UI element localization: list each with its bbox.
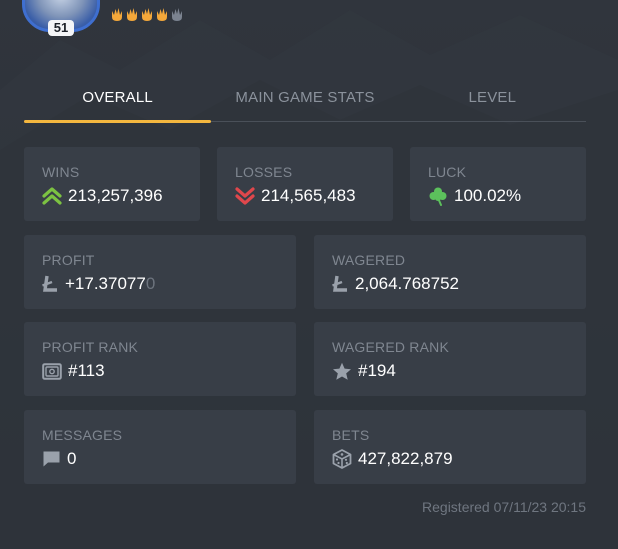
level-badge: 51 <box>48 20 74 36</box>
profit-label: PROFIT <box>42 252 95 268</box>
tab-overall[interactable]: OVERALL <box>24 80 212 123</box>
rank-star-filled-icon <box>112 8 122 21</box>
double-chevron-up-icon <box>42 187 62 205</box>
losses-label: LOSSES <box>235 164 293 180</box>
tab-main-game-stats[interactable]: MAIN GAME STATS <box>211 80 398 121</box>
tab-level[interactable]: LEVEL <box>399 80 586 121</box>
messages-label: MESSAGES <box>42 427 123 443</box>
profit-rank-label: PROFIT RANK <box>42 339 139 355</box>
luck-value: 100.02% <box>454 186 522 205</box>
bets-card: BETS 427,822,879 <box>314 410 586 484</box>
rank-star-empty-icon <box>172 8 182 21</box>
losses-value: 214,565,483 <box>261 186 356 205</box>
star-icon <box>333 362 351 380</box>
chat-bubble-icon <box>43 451 60 467</box>
litecoin-icon <box>332 275 347 292</box>
profit-value-faded: 0 <box>145 274 156 293</box>
rank-star-filled-icon <box>127 8 137 21</box>
safe-icon <box>42 362 62 380</box>
profit-value-main: +17.37077 <box>65 274 146 293</box>
rank-star-filled-icon <box>157 8 167 21</box>
profit-rank-card: PROFIT RANK #113 <box>24 322 296 396</box>
stats-tabs: OVERALL MAIN GAME STATS LEVEL <box>24 80 586 123</box>
profit-card: PROFIT +17.370770 <box>24 235 296 309</box>
luck-card: LUCK 100.02% <box>410 147 586 221</box>
user-avatar[interactable]: 51 <box>22 0 100 36</box>
luck-label: LUCK <box>428 164 467 180</box>
rank-star-filled-icon <box>142 8 152 21</box>
registered-date: Registered 07/11/23 20:15 <box>422 499 586 515</box>
messages-value: 0 <box>67 449 77 468</box>
wagered-rank-value: #194 <box>358 361 396 380</box>
bets-label: BETS <box>332 427 370 443</box>
double-chevron-down-icon <box>235 187 255 205</box>
wagered-label: WAGERED <box>332 252 406 268</box>
wins-card: WINS 213,257,396 <box>24 147 200 221</box>
dice-icon <box>332 449 352 469</box>
wagered-rank-card: WAGERED RANK #194 <box>314 322 586 396</box>
messages-card: MESSAGES 0 <box>24 410 296 484</box>
profit-rank-value: #113 <box>68 361 105 380</box>
bets-value: 427,822,879 <box>358 449 453 468</box>
profit-value: +17.370770 <box>65 274 155 294</box>
wagered-value: 2,064.768752 <box>355 274 459 293</box>
rank-stars <box>110 6 184 22</box>
losses-card: LOSSES 214,565,483 <box>217 147 393 221</box>
litecoin-icon <box>42 275 57 292</box>
wagered-card: WAGERED 2,064.768752 <box>314 235 586 309</box>
wins-label: WINS <box>42 164 80 180</box>
wagered-rank-label: WAGERED RANK <box>332 339 450 355</box>
clover-icon <box>429 187 447 206</box>
wins-value: 213,257,396 <box>68 186 163 205</box>
